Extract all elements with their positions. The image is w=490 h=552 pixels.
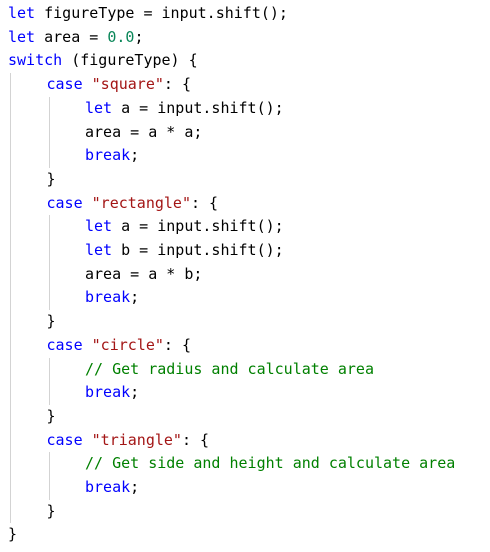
code-token-plain: ; <box>134 27 144 46</box>
code-token-plain: ; <box>130 288 140 307</box>
code-line[interactable]: area = a * a; <box>85 121 202 145</box>
code-token-plain: b = input.shift(); <box>112 241 284 259</box>
code-line[interactable]: let a = input.shift(); <box>85 97 284 121</box>
code-token-keyword: case <box>46 335 83 354</box>
code-token-plain: figureType = input.shift(); <box>35 4 288 22</box>
indent-guide <box>48 452 50 500</box>
code-token-keyword: break <box>85 288 131 307</box>
code-token-plain: ; <box>130 383 140 402</box>
code-line[interactable]: case "square": { <box>47 73 192 97</box>
code-token-keyword: switch <box>8 51 63 70</box>
code-line[interactable]: break; <box>85 381 139 405</box>
code-line[interactable]: break; <box>85 286 139 310</box>
code-token-plain: a = input.shift(); <box>112 98 284 117</box>
indent-guide <box>48 357 50 405</box>
code-line[interactable]: area = a * b; <box>85 263 202 287</box>
code-line[interactable]: case "rectangle": { <box>47 192 219 216</box>
code-token-plain: } <box>46 169 56 188</box>
code-token-plain: area = a * b; <box>85 264 203 283</box>
code-token-keyword: let <box>85 217 113 236</box>
code-token-number: 0.0 <box>107 27 135 46</box>
code-token-keyword: break <box>85 146 131 165</box>
code-line[interactable]: let a = input.shift(); <box>85 215 284 239</box>
code-line[interactable]: let figureType = input.shift(); <box>8 2 288 26</box>
code-token-comment: // Get radius and calculate area <box>85 359 374 378</box>
indent-guide <box>48 96 50 168</box>
code-token-keyword: let <box>85 241 113 259</box>
code-token-plain: : { <box>163 335 191 354</box>
code-token-plain: } <box>46 312 56 331</box>
indent-guide <box>10 73 11 524</box>
code-line[interactable]: // Get side and height and calculate are… <box>85 452 455 476</box>
code-token-plain: area = <box>35 27 108 46</box>
indent-guide <box>48 215 50 311</box>
code-line[interactable]: case "triangle": { <box>47 429 210 453</box>
code-token-plain: ; <box>130 478 140 496</box>
code-line[interactable]: } <box>8 523 17 547</box>
code-token-keyword: let <box>8 4 36 22</box>
code-line[interactable]: switch (figureType) { <box>8 49 198 73</box>
code-token-plain: ; <box>130 146 140 165</box>
code-line[interactable]: } <box>47 310 56 334</box>
code-token-plain: } <box>46 501 56 520</box>
code-token-keyword: let <box>85 98 113 117</box>
code-token-plain: : { <box>163 75 191 94</box>
code-token-plain: } <box>46 406 56 425</box>
code-token-keyword: case <box>46 430 83 449</box>
code-line[interactable]: break; <box>85 476 139 500</box>
code-token-comment: // Get side and height and calculate are… <box>85 454 456 473</box>
code-line[interactable]: } <box>47 405 56 429</box>
code-token-string: "rectangle" <box>91 193 191 212</box>
code-token-keyword: let <box>8 27 36 46</box>
code-editor[interactable]: let figureType = input.shift(); let area … <box>0 0 490 552</box>
code-token-keyword: case <box>46 193 83 212</box>
code-token-keyword: case <box>46 75 83 94</box>
code-token-plain: area = a * a; <box>85 122 203 141</box>
code-token-plain: (figureType) { <box>62 51 198 70</box>
code-token-plain: a = input.shift(); <box>112 217 284 236</box>
code-line[interactable]: break; <box>85 144 139 168</box>
code-token-plain: : { <box>191 193 219 212</box>
code-line[interactable]: let area = 0.0; <box>8 26 143 50</box>
code-token-plain: : { <box>181 430 210 449</box>
code-line[interactable]: let b = input.shift(); <box>85 239 284 263</box>
code-line[interactable]: } <box>47 168 56 192</box>
code-line[interactable]: // Get radius and calculate area <box>85 358 374 382</box>
code-line[interactable]: } <box>47 500 56 524</box>
code-token-keyword: break <box>85 383 131 402</box>
code-token-plain: } <box>8 525 18 544</box>
code-token-keyword: break <box>85 478 131 496</box>
code-line[interactable]: case "circle": { <box>47 334 192 358</box>
code-token-string: "square" <box>91 75 164 94</box>
code-token-string: "circle" <box>91 335 164 354</box>
code-token-string: "triangle" <box>91 430 182 449</box>
